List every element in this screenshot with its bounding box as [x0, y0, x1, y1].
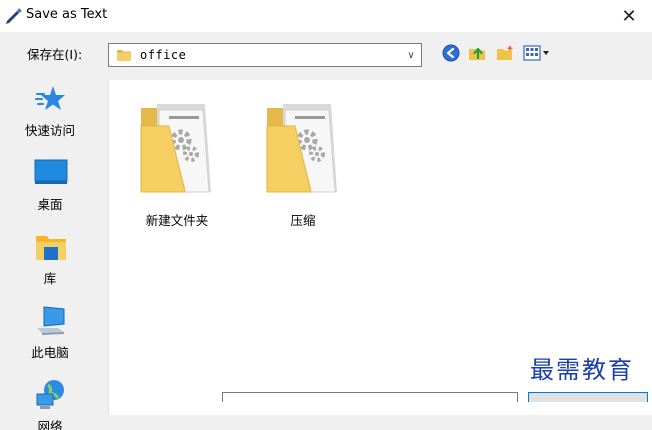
view-menu-icon: [523, 44, 553, 65]
save-button[interactable]: [528, 392, 648, 402]
chevron-down-icon[interactable]: ∨: [401, 44, 421, 66]
place-library[interactable]: 库: [6, 228, 94, 300]
look-in-label: 保存在(I):: [27, 47, 83, 62]
place-label: 快速访问: [24, 123, 75, 138]
desktop-icon: [34, 156, 68, 190]
place-this-pc[interactable]: 此电脑: [6, 302, 94, 374]
up-one-level-icon: [467, 43, 487, 66]
new-folder-icon: [495, 43, 515, 66]
folder-icon: [116, 47, 132, 63]
place-desktop[interactable]: 桌面: [6, 154, 94, 226]
file-name-input[interactable]: [222, 392, 518, 402]
star-icon: [34, 82, 68, 116]
look-in-value: office: [140, 48, 187, 62]
new-folder-button[interactable]: [494, 43, 516, 65]
place-quick-access[interactable]: 快速访问: [6, 80, 94, 152]
place-label: 桌面: [37, 197, 63, 212]
window-title: Save as Text: [26, 7, 108, 22]
look-in-combobox[interactable]: office ∨: [108, 43, 422, 67]
folder-name: 压缩: [290, 213, 316, 228]
title-bar: Save as Text ✕: [0, 0, 652, 32]
place-label: 网络: [37, 419, 63, 430]
library-icon: [34, 230, 68, 264]
folder-icon: [139, 96, 215, 196]
watermark-text: 最需教育: [530, 356, 634, 384]
network-icon: [34, 378, 68, 412]
close-button[interactable]: ✕: [606, 0, 652, 32]
back-arrow-icon: [442, 44, 460, 65]
app-pen-icon: [4, 5, 24, 25]
folder-icon: [265, 96, 341, 196]
folder-name: 新建文件夹: [145, 213, 209, 228]
places-bar: 快速访问 桌面 库 此电脑 网络: [6, 80, 98, 430]
place-label: 此电脑: [31, 345, 69, 360]
folder-item-compress[interactable]: 压缩: [245, 86, 345, 228]
view-menu-button[interactable]: [522, 43, 554, 65]
close-icon: ✕: [621, 5, 637, 27]
place-label: 库: [43, 271, 57, 286]
computer-icon: [34, 304, 68, 338]
up-one-level-button[interactable]: [466, 43, 488, 65]
folder-item-new-folder[interactable]: 新建文件夹: [119, 86, 219, 228]
back-button[interactable]: [440, 43, 462, 65]
place-network[interactable]: 网络: [6, 376, 94, 430]
